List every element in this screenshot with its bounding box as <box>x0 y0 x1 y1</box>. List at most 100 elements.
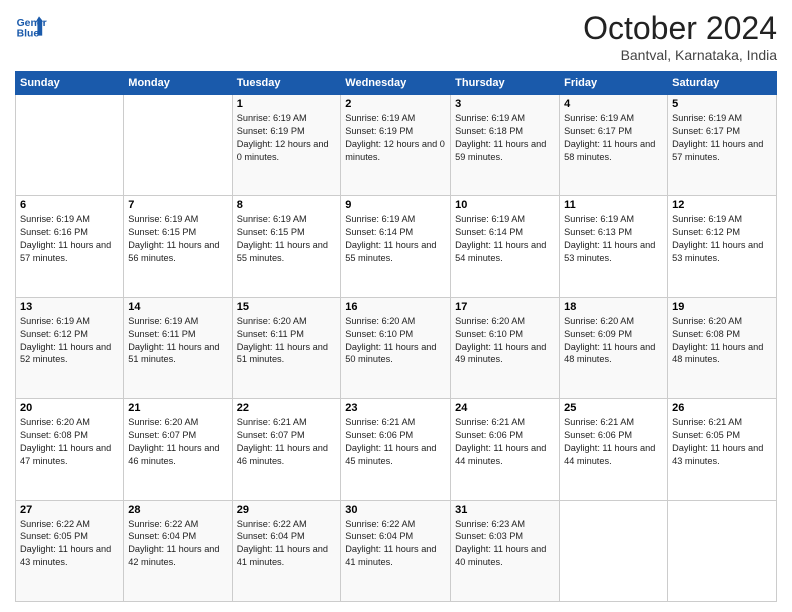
day-info: Sunrise: 6:21 AMSunset: 6:06 PMDaylight:… <box>564 416 663 468</box>
title-block: October 2024 Bantval, Karnataka, India <box>583 10 777 63</box>
day-info: Sunrise: 6:20 AMSunset: 6:08 PMDaylight:… <box>20 416 119 468</box>
day-info: Sunrise: 6:19 AMSunset: 6:17 PMDaylight:… <box>672 112 772 164</box>
day-cell: 11 Sunrise: 6:19 AMSunset: 6:13 PMDayligh… <box>560 196 668 297</box>
svg-text:General: General <box>17 18 47 29</box>
week-row-5: 27Sunrise: 6:22 AMSunset: 6:05 PMDayligh… <box>16 500 777 601</box>
weekday-thursday: Thursday <box>451 72 560 95</box>
day-cell: 27Sunrise: 6:22 AMSunset: 6:05 PMDayligh… <box>16 500 124 601</box>
day-cell: 21 Sunrise: 6:20 AMSunset: 6:07 PMDayligh… <box>124 399 232 500</box>
day-info: Sunrise: 6:21 AMSunset: 6:07 PMDaylight:… <box>237 416 337 468</box>
day-number: 12 <box>672 199 772 211</box>
weekday-sunday: Sunday <box>16 72 124 95</box>
location: Bantval, Karnataka, India <box>583 47 777 63</box>
day-cell: 25 Sunrise: 6:21 AMSunset: 6:06 PMDayligh… <box>560 399 668 500</box>
week-row-4: 20 Sunrise: 6:20 AMSunset: 6:08 PMDayligh… <box>16 399 777 500</box>
day-number: 25 <box>564 402 663 414</box>
day-info: Sunrise: 6:19 AMSunset: 6:14 PMDaylight:… <box>455 213 555 265</box>
day-info: Sunrise: 6:20 AMSunset: 6:09 PMDaylight:… <box>564 315 663 367</box>
day-cell: 10 Sunrise: 6:19 AMSunset: 6:14 PMDayligh… <box>451 196 560 297</box>
day-cell: 2 Sunrise: 6:19 AMSunset: 6:19 PMDaylight… <box>341 95 451 196</box>
day-number: 10 <box>455 199 555 211</box>
day-info: Sunrise: 6:19 AMSunset: 6:19 PMDaylight:… <box>237 112 337 164</box>
day-cell <box>560 500 668 601</box>
day-number: 23 <box>345 402 446 414</box>
day-cell <box>16 95 124 196</box>
day-number: 30 <box>345 504 446 516</box>
week-row-2: 6Sunrise: 6:19 AMSunset: 6:16 PMDaylight… <box>16 196 777 297</box>
day-cell: 16Sunrise: 6:20 AMSunset: 6:10 PMDayligh… <box>341 297 451 398</box>
day-cell: 19 Sunrise: 6:20 AMSunset: 6:08 PMDayligh… <box>668 297 777 398</box>
day-number: 4 <box>564 98 663 110</box>
day-info: Sunrise: 6:19 AMSunset: 6:14 PMDaylight:… <box>345 213 446 265</box>
week-row-3: 13Sunrise: 6:19 AMSunset: 6:12 PMDayligh… <box>16 297 777 398</box>
day-cell: 20 Sunrise: 6:20 AMSunset: 6:08 PMDayligh… <box>16 399 124 500</box>
day-cell: 31 Sunrise: 6:23 AMSunset: 6:03 PMDayligh… <box>451 500 560 601</box>
day-number: 2 <box>345 98 446 110</box>
day-cell: 29 Sunrise: 6:22 AMSunset: 6:04 PMDayligh… <box>232 500 341 601</box>
day-number: 9 <box>345 199 446 211</box>
day-info: Sunrise: 6:19 AMSunset: 6:19 PMDaylight:… <box>345 112 446 164</box>
day-cell: 13Sunrise: 6:19 AMSunset: 6:12 PMDayligh… <box>16 297 124 398</box>
day-number: 3 <box>455 98 555 110</box>
weekday-wednesday: Wednesday <box>341 72 451 95</box>
day-info: Sunrise: 6:19 AMSunset: 6:16 PMDaylight:… <box>20 213 119 265</box>
day-number: 5 <box>672 98 772 110</box>
day-cell: 3 Sunrise: 6:19 AMSunset: 6:18 PMDaylight… <box>451 95 560 196</box>
day-cell: 8 Sunrise: 6:19 AMSunset: 6:15 PMDaylight… <box>232 196 341 297</box>
day-number: 11 <box>564 199 663 211</box>
day-info: Sunrise: 6:19 AMSunset: 6:18 PMDaylight:… <box>455 112 555 164</box>
month-title: October 2024 <box>583 10 777 47</box>
day-cell: 30Sunrise: 6:22 AMSunset: 6:04 PMDayligh… <box>341 500 451 601</box>
day-info: Sunrise: 6:21 AMSunset: 6:06 PMDaylight:… <box>455 416 555 468</box>
day-info: Sunrise: 6:19 AMSunset: 6:12 PMDaylight:… <box>20 315 119 367</box>
day-cell: 12 Sunrise: 6:19 AMSunset: 6:12 PMDayligh… <box>668 196 777 297</box>
day-info: Sunrise: 6:21 AMSunset: 6:06 PMDaylight:… <box>345 416 446 468</box>
day-number: 19 <box>672 301 772 313</box>
calendar: SundayMondayTuesdayWednesdayThursdayFrid… <box>15 71 777 602</box>
day-cell: 7 Sunrise: 6:19 AMSunset: 6:15 PMDaylight… <box>124 196 232 297</box>
day-info: Sunrise: 6:23 AMSunset: 6:03 PMDaylight:… <box>455 518 555 570</box>
day-cell: 24 Sunrise: 6:21 AMSunset: 6:06 PMDayligh… <box>451 399 560 500</box>
logo: General Blue <box>15 10 47 42</box>
day-info: Sunrise: 6:19 AMSunset: 6:15 PMDaylight:… <box>128 213 227 265</box>
day-info: Sunrise: 6:20 AMSunset: 6:07 PMDaylight:… <box>128 416 227 468</box>
day-number: 20 <box>20 402 119 414</box>
day-info: Sunrise: 6:19 AMSunset: 6:11 PMDaylight:… <box>128 315 227 367</box>
day-number: 24 <box>455 402 555 414</box>
day-number: 31 <box>455 504 555 516</box>
day-cell: 22Sunrise: 6:21 AMSunset: 6:07 PMDayligh… <box>232 399 341 500</box>
day-cell: 26Sunrise: 6:21 AMSunset: 6:05 PMDayligh… <box>668 399 777 500</box>
day-number: 28 <box>128 504 227 516</box>
weekday-friday: Friday <box>560 72 668 95</box>
day-info: Sunrise: 6:20 AMSunset: 6:11 PMDaylight:… <box>237 315 337 367</box>
day-number: 15 <box>237 301 337 313</box>
weekday-saturday: Saturday <box>668 72 777 95</box>
day-number: 8 <box>237 199 337 211</box>
day-number: 17 <box>455 301 555 313</box>
day-info: Sunrise: 6:22 AMSunset: 6:04 PMDaylight:… <box>237 518 337 570</box>
day-cell <box>668 500 777 601</box>
day-number: 16 <box>345 301 446 313</box>
day-cell: 14Sunrise: 6:19 AMSunset: 6:11 PMDayligh… <box>124 297 232 398</box>
day-info: Sunrise: 6:19 AMSunset: 6:17 PMDaylight:… <box>564 112 663 164</box>
day-number: 1 <box>237 98 337 110</box>
logo-icon: General Blue <box>15 10 47 42</box>
day-info: Sunrise: 6:21 AMSunset: 6:05 PMDaylight:… <box>672 416 772 468</box>
day-info: Sunrise: 6:19 AMSunset: 6:12 PMDaylight:… <box>672 213 772 265</box>
day-cell: 28Sunrise: 6:22 AMSunset: 6:04 PMDayligh… <box>124 500 232 601</box>
day-number: 7 <box>128 199 227 211</box>
day-cell: 6Sunrise: 6:19 AMSunset: 6:16 PMDaylight… <box>16 196 124 297</box>
day-info: Sunrise: 6:20 AMSunset: 6:10 PMDaylight:… <box>455 315 555 367</box>
day-cell: 9 Sunrise: 6:19 AMSunset: 6:14 PMDaylight… <box>341 196 451 297</box>
day-info: Sunrise: 6:20 AMSunset: 6:08 PMDaylight:… <box>672 315 772 367</box>
day-cell: 1 Sunrise: 6:19 AMSunset: 6:19 PMDaylight… <box>232 95 341 196</box>
header: General Blue October 2024 Bantval, Karna… <box>15 10 777 63</box>
day-number: 29 <box>237 504 337 516</box>
day-number: 21 <box>128 402 227 414</box>
day-cell: 18Sunrise: 6:20 AMSunset: 6:09 PMDayligh… <box>560 297 668 398</box>
weekday-tuesday: Tuesday <box>232 72 341 95</box>
day-cell: 5 Sunrise: 6:19 AMSunset: 6:17 PMDaylight… <box>668 95 777 196</box>
day-cell: 23 Sunrise: 6:21 AMSunset: 6:06 PMDayligh… <box>341 399 451 500</box>
day-info: Sunrise: 6:19 AMSunset: 6:15 PMDaylight:… <box>237 213 337 265</box>
day-info: Sunrise: 6:19 AMSunset: 6:13 PMDaylight:… <box>564 213 663 265</box>
